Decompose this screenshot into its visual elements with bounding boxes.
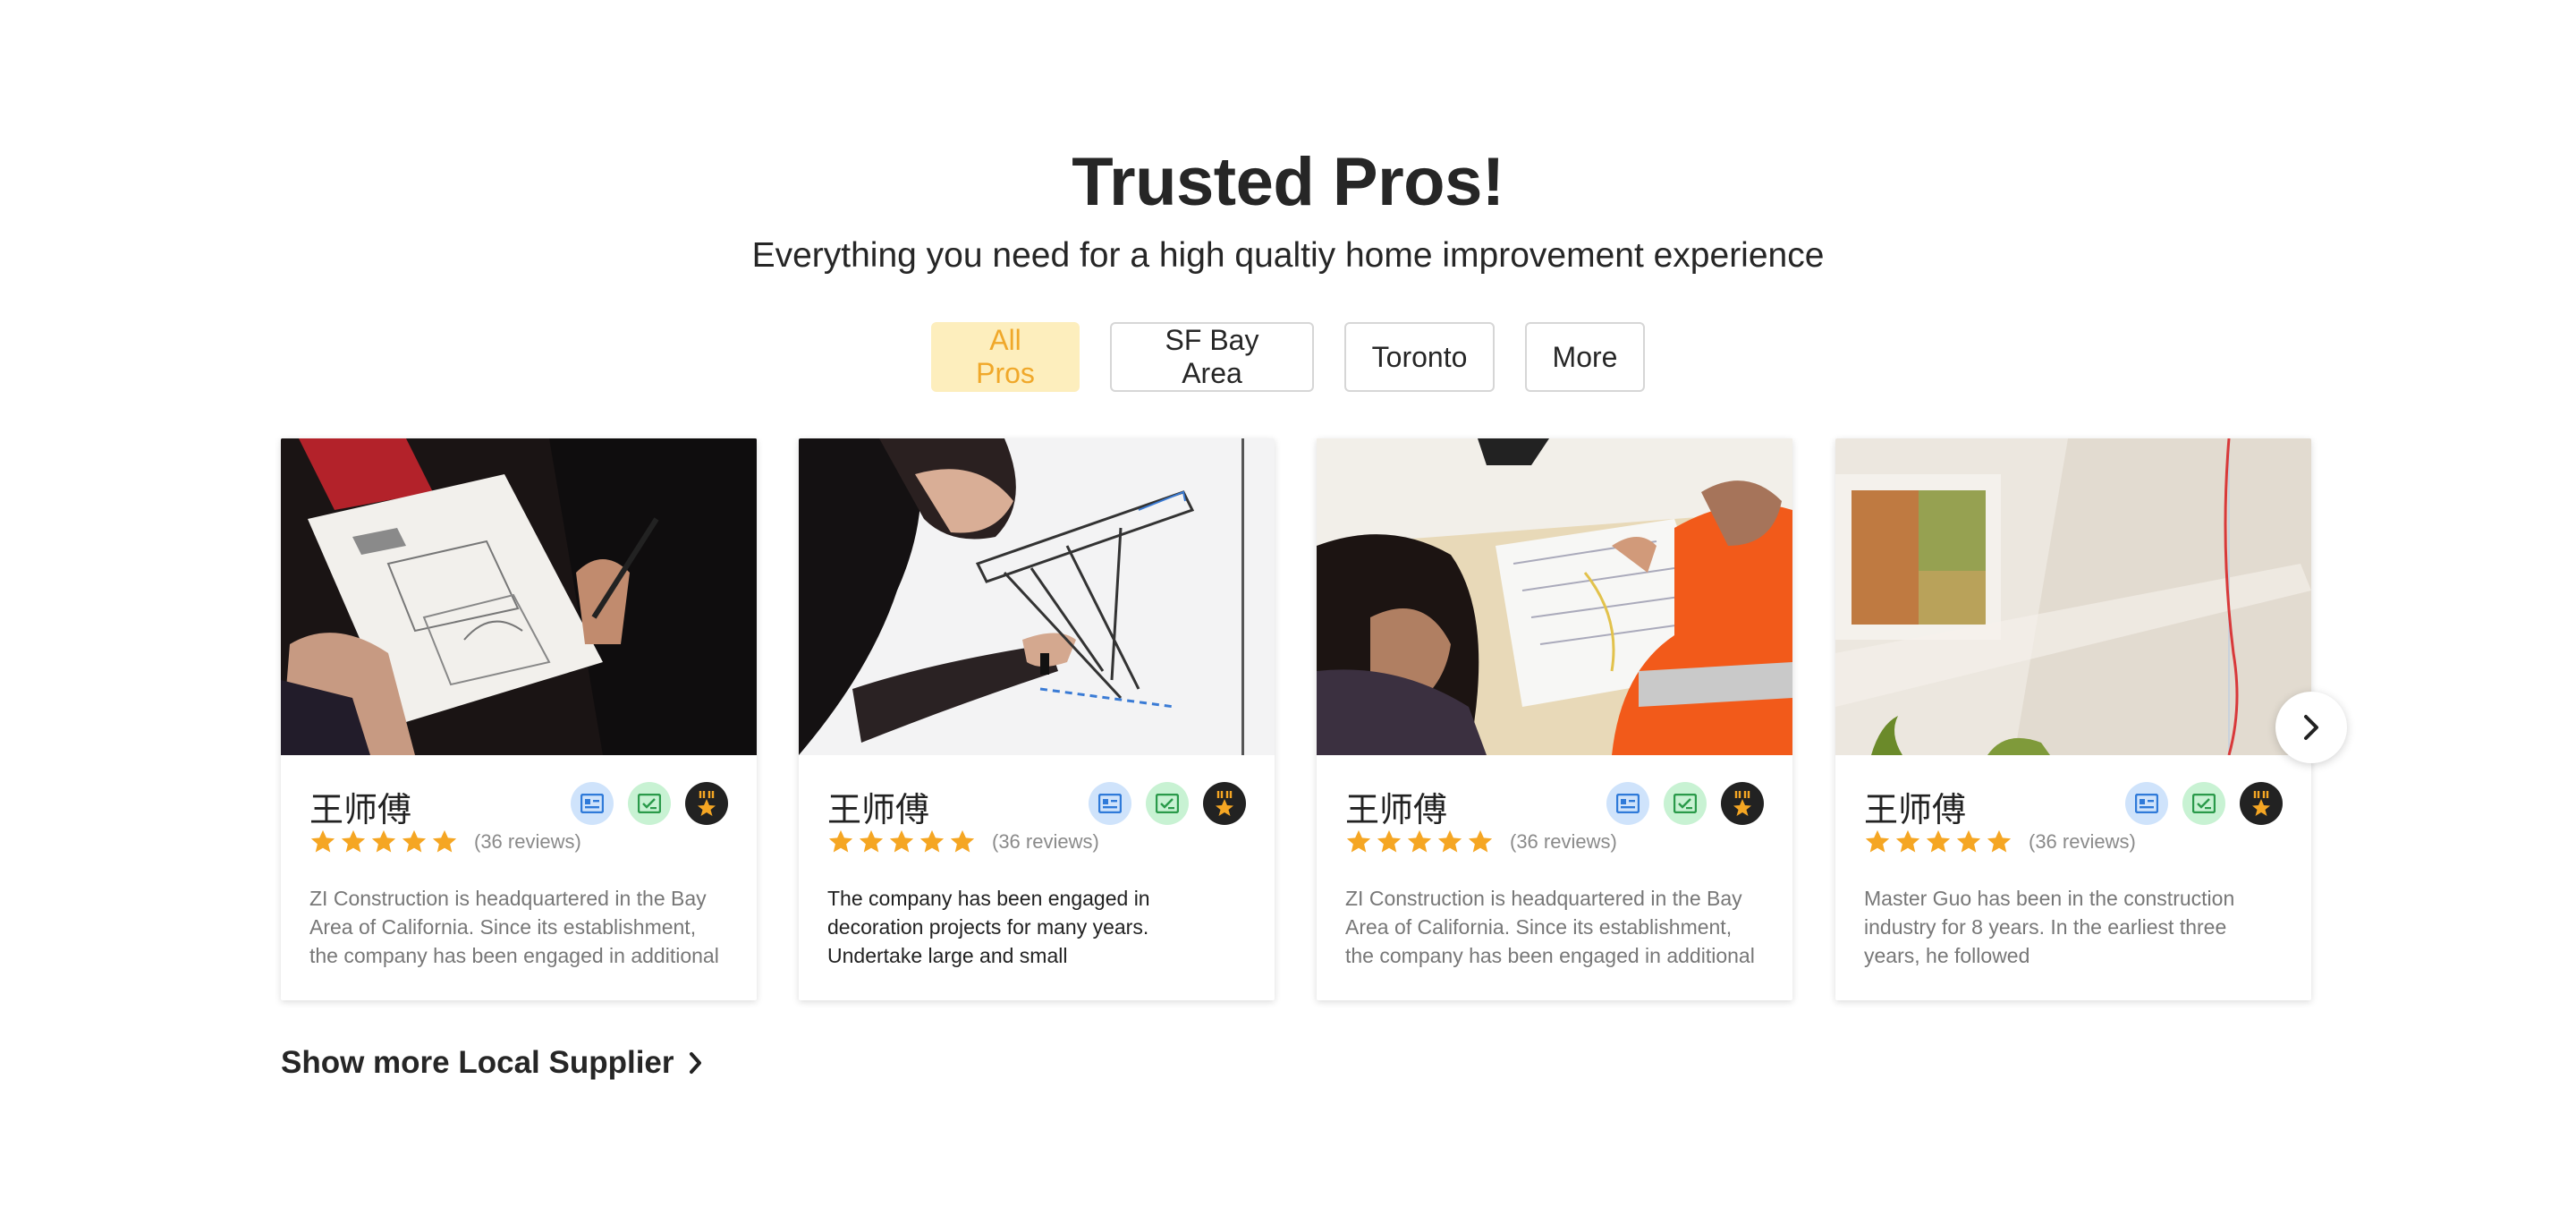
chevron-right-icon: [689, 1052, 701, 1074]
badge-group: [1089, 782, 1246, 825]
id-card-icon: [2125, 782, 2168, 825]
star-icon: [859, 829, 884, 853]
pro-photo-whiteboard-sketch: [799, 438, 1275, 755]
page-title: Trusted Pros!: [1072, 144, 1504, 220]
verified-check-icon: [2182, 782, 2225, 825]
star-icon: [1987, 829, 2012, 853]
verified-check-icon: [1664, 782, 1707, 825]
pro-name: 王师傅: [827, 790, 930, 829]
star-icon: [371, 829, 396, 853]
carousel-next-button[interactable]: [2275, 692, 2347, 763]
star-icon: [1926, 829, 1951, 853]
review-count: (36 reviews): [992, 830, 1099, 853]
pro-card[interactable]: 王师傅 (36 reviews) The company has been en…: [799, 438, 1275, 1000]
star-icon: [919, 829, 945, 853]
tab-all-pros[interactable]: All Pros: [931, 322, 1080, 392]
id-card-icon: [1089, 782, 1131, 825]
tab-more[interactable]: More: [1525, 322, 1645, 392]
star-icon: [341, 829, 366, 853]
chevron-right-icon: [2304, 715, 2318, 740]
star-rating: (36 reviews): [1864, 829, 2136, 855]
star-icon: [1407, 829, 1432, 853]
pro-description: ZI Construction is headquartered in the …: [309, 887, 719, 967]
star-icon: [950, 829, 975, 853]
star-icon: [1865, 829, 1890, 853]
pro-description: The company has been engaged in decorati…: [827, 887, 1150, 967]
tab-sf-bay-area[interactable]: SF Bay Area: [1110, 322, 1314, 392]
star-icon: [1468, 829, 1493, 853]
tab-toronto[interactable]: Toronto: [1344, 322, 1495, 392]
review-count: (36 reviews): [1510, 830, 1617, 853]
star-icon: [1895, 829, 1920, 853]
pro-name: 王师傅: [1345, 790, 1448, 829]
pro-card[interactable]: 王师傅 (36 reviews) ZI Construction is head…: [281, 438, 757, 1000]
pro-card[interactable]: 王师傅 (36 reviews) ZI Construction is head…: [1317, 438, 1792, 1000]
verified-check-icon: [1146, 782, 1189, 825]
star-icon: [310, 829, 335, 853]
verified-check-icon: [628, 782, 671, 825]
star-icon: [1377, 829, 1402, 853]
badge-group: [1606, 782, 1764, 825]
medal-star-icon: [2240, 782, 2283, 825]
review-count: (36 reviews): [2029, 830, 2136, 853]
star-rating: (36 reviews): [1345, 829, 1617, 855]
pro-name: 王师傅: [1864, 790, 1967, 829]
pro-name: 王师傅: [309, 790, 412, 829]
pro-description: Master Guo has been in the construction …: [1864, 887, 2235, 967]
show-more-label: Show more Local Supplier: [281, 1045, 674, 1080]
pro-card-carousel: 王师傅 (36 reviews) ZI Construction is head…: [281, 438, 2311, 1002]
badge-group: [2125, 782, 2283, 825]
star-icon: [1346, 829, 1371, 853]
medal-star-icon: [1721, 782, 1764, 825]
star-icon: [1437, 829, 1462, 853]
pro-card[interactable]: 王师傅 (36 reviews) Master Guo has been in …: [1835, 438, 2311, 1000]
medal-star-icon: [1203, 782, 1246, 825]
pro-description: ZI Construction is headquartered in the …: [1345, 887, 1755, 967]
id-card-icon: [571, 782, 614, 825]
star-icon: [432, 829, 457, 853]
star-icon: [828, 829, 853, 853]
medal-star-icon: [685, 782, 728, 825]
star-icon: [402, 829, 427, 853]
star-rating: (36 reviews): [309, 829, 581, 855]
review-count: (36 reviews): [474, 830, 581, 853]
page-subtitle: Everything you need for a high qualtiy h…: [751, 236, 1825, 275]
show-more-link[interactable]: Show more Local Supplier: [281, 1045, 705, 1081]
pro-photo-interior-wall: [1835, 438, 2311, 755]
star-icon: [1956, 829, 1981, 853]
badge-group: [571, 782, 728, 825]
filter-tabs: All Pros SF Bay Area Toronto More: [0, 322, 2576, 392]
id-card-icon: [1606, 782, 1649, 825]
pro-photo-blueprint-clipboard: [281, 438, 757, 755]
pro-photo-plans-review: [1317, 438, 1792, 755]
star-icon: [889, 829, 914, 853]
star-rating: (36 reviews): [827, 829, 1099, 855]
